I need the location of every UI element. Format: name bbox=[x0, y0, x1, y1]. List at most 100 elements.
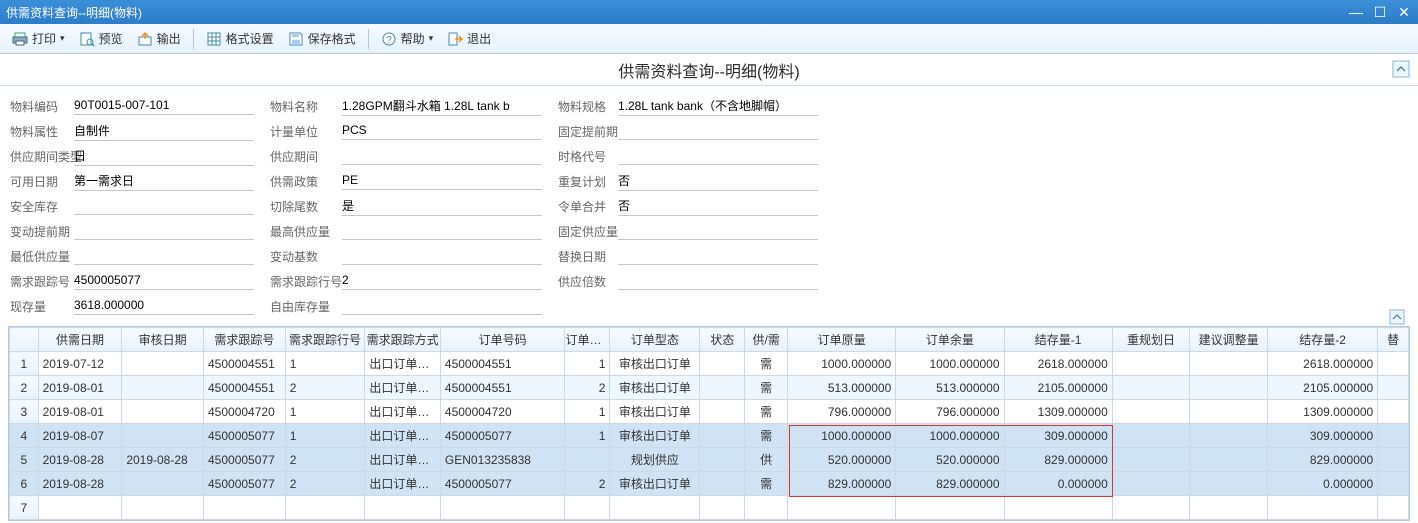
row-number[interactable]: 1 bbox=[10, 352, 39, 376]
cell[interactable] bbox=[1190, 496, 1268, 520]
col-header[interactable]: 订单型态 bbox=[610, 328, 700, 352]
cell[interactable]: 309.000000 bbox=[1267, 424, 1377, 448]
policy-field[interactable]: PE bbox=[342, 172, 542, 190]
cell[interactable]: 规划供应 bbox=[610, 448, 700, 472]
cell[interactable]: 需 bbox=[745, 400, 788, 424]
cell[interactable] bbox=[1112, 400, 1190, 424]
cell[interactable] bbox=[1267, 496, 1377, 520]
row-number[interactable]: 7 bbox=[10, 496, 39, 520]
cell[interactable] bbox=[1190, 472, 1268, 496]
col-header[interactable]: 订单原量 bbox=[788, 328, 896, 352]
cell[interactable]: 出口订单行号 bbox=[365, 424, 441, 448]
cell[interactable]: 4500005077 bbox=[204, 448, 286, 472]
cell[interactable] bbox=[1004, 496, 1112, 520]
cell[interactable]: 审核出口订单 bbox=[610, 424, 700, 448]
cell[interactable]: 2019-08-28 bbox=[38, 448, 122, 472]
cell[interactable]: 出口订单行号 bbox=[365, 472, 441, 496]
cell[interactable]: 审核出口订单 bbox=[610, 472, 700, 496]
row-number[interactable]: 5 bbox=[10, 448, 39, 472]
print-button[interactable]: 打印 ▾ bbox=[6, 27, 71, 50]
cell[interactable]: 需 bbox=[745, 352, 788, 376]
row-number[interactable]: 3 bbox=[10, 400, 39, 424]
cell[interactable] bbox=[1378, 400, 1409, 424]
cell[interactable] bbox=[1378, 424, 1409, 448]
cell[interactable]: 4500005077 bbox=[204, 424, 286, 448]
cell[interactable]: 4500005077 bbox=[440, 472, 565, 496]
cell[interactable] bbox=[122, 472, 204, 496]
uom-field[interactable]: PCS bbox=[342, 122, 542, 140]
cell[interactable]: 2019-08-07 bbox=[38, 424, 122, 448]
col-header[interactable]: 订单号码 bbox=[440, 328, 565, 352]
col-header[interactable]: 供需日期 bbox=[38, 328, 122, 352]
cell[interactable] bbox=[700, 472, 745, 496]
material-attr-field[interactable]: 自制件 bbox=[74, 122, 254, 141]
format-set-button[interactable]: 格式设置 bbox=[200, 27, 280, 50]
col-header[interactable]: 订单行号 bbox=[565, 328, 610, 352]
table-row[interactable]: 12019-07-1245000045511出口订单行号45000045511审… bbox=[10, 352, 1409, 376]
preview-button[interactable]: 预览 bbox=[73, 27, 129, 50]
col-header[interactable]: 替 bbox=[1378, 328, 1409, 352]
cell[interactable]: 出口订单行号 bbox=[365, 400, 441, 424]
supply-mult-field[interactable] bbox=[618, 272, 818, 290]
export-button[interactable]: 输出 bbox=[131, 27, 187, 50]
cell[interactable] bbox=[1112, 376, 1190, 400]
cell[interactable]: 2 bbox=[565, 472, 610, 496]
cell[interactable] bbox=[38, 496, 122, 520]
cell[interactable] bbox=[1112, 448, 1190, 472]
data-grid[interactable]: 供需日期 审核日期 需求跟踪号 需求跟踪行号 需求跟踪方式 订单号码 订单行号 … bbox=[9, 327, 1409, 520]
cell[interactable]: 需 bbox=[745, 424, 788, 448]
cell[interactable]: 829.000000 bbox=[1004, 448, 1112, 472]
cell[interactable] bbox=[1378, 376, 1409, 400]
cell[interactable] bbox=[1378, 472, 1409, 496]
free-stock-field[interactable] bbox=[342, 297, 542, 315]
cell[interactable]: 出口订单行号 bbox=[365, 352, 441, 376]
cell[interactable] bbox=[1190, 424, 1268, 448]
cell[interactable] bbox=[122, 496, 204, 520]
minimize-icon[interactable]: — bbox=[1348, 5, 1364, 19]
cell[interactable]: 2019-08-28 bbox=[38, 472, 122, 496]
cell[interactable]: 1 bbox=[565, 400, 610, 424]
cell[interactable]: 0.000000 bbox=[1004, 472, 1112, 496]
col-header[interactable]: 建议调整量 bbox=[1190, 328, 1268, 352]
cell[interactable] bbox=[700, 376, 745, 400]
var-leadtime-field[interactable] bbox=[74, 222, 254, 240]
cell[interactable]: 出口订单行号 bbox=[365, 376, 441, 400]
avail-date-field[interactable]: 第一需求日 bbox=[74, 172, 254, 191]
cell[interactable]: 1000.000000 bbox=[896, 424, 1004, 448]
cell[interactable]: 1 bbox=[565, 424, 610, 448]
safety-stock-field[interactable] bbox=[74, 197, 254, 215]
cell[interactable]: 4500004551 bbox=[440, 376, 565, 400]
cell[interactable] bbox=[610, 496, 700, 520]
col-header[interactable]: 需求跟踪方式 bbox=[365, 328, 441, 352]
cell[interactable]: 审核出口订单 bbox=[610, 352, 700, 376]
help-button[interactable]: ? 帮助 ▾ bbox=[375, 27, 440, 50]
material-code-field[interactable]: 90T0015-007-101 bbox=[74, 97, 254, 115]
replace-date-field[interactable] bbox=[618, 247, 818, 265]
cell[interactable]: 2 bbox=[285, 448, 365, 472]
cell[interactable] bbox=[700, 448, 745, 472]
cell[interactable]: 520.000000 bbox=[788, 448, 896, 472]
close-icon[interactable]: ✕ bbox=[1396, 5, 1412, 19]
cell[interactable] bbox=[1190, 400, 1268, 424]
cell[interactable]: 513.000000 bbox=[788, 376, 896, 400]
col-header[interactable]: 审核日期 bbox=[122, 328, 204, 352]
cell[interactable]: GEN013235838 bbox=[440, 448, 565, 472]
cell[interactable]: 审核出口订单 bbox=[610, 376, 700, 400]
cell[interactable] bbox=[1190, 448, 1268, 472]
cell[interactable]: 出口订单行号 bbox=[365, 448, 441, 472]
cell[interactable]: 2 bbox=[565, 376, 610, 400]
cell[interactable] bbox=[122, 352, 204, 376]
cell[interactable]: 2019-08-01 bbox=[38, 376, 122, 400]
cell[interactable]: 4500004551 bbox=[204, 352, 286, 376]
table-row[interactable]: 22019-08-0145000045512出口订单行号45000045512审… bbox=[10, 376, 1409, 400]
table-row[interactable]: 32019-08-0145000047201出口订单行号45000047201审… bbox=[10, 400, 1409, 424]
cell[interactable]: 309.000000 bbox=[1004, 424, 1112, 448]
col-header[interactable]: 订单余量 bbox=[896, 328, 1004, 352]
fixed-supply-field[interactable] bbox=[618, 222, 818, 240]
cell[interactable]: 1309.000000 bbox=[1267, 400, 1377, 424]
fixed-leadtime-field[interactable] bbox=[618, 122, 818, 140]
col-header[interactable]: 重规划日 bbox=[1112, 328, 1190, 352]
cell[interactable] bbox=[700, 352, 745, 376]
cell[interactable]: 需 bbox=[745, 472, 788, 496]
cell[interactable] bbox=[700, 400, 745, 424]
